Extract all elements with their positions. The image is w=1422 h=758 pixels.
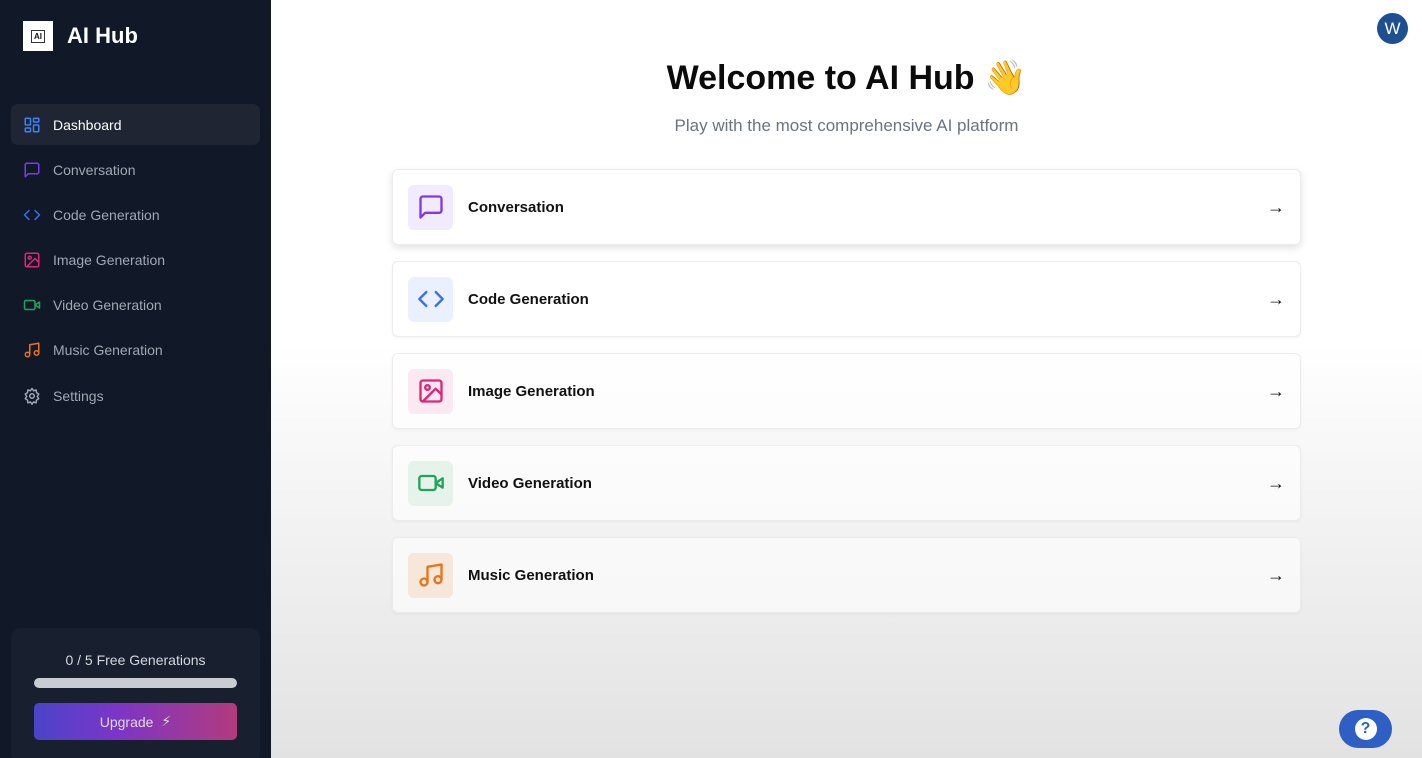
upgrade-button[interactable]: Upgrade ⚡︎ (34, 703, 237, 740)
arrow-right-icon: → (1267, 380, 1285, 401)
message-icon (408, 184, 453, 230)
sidebar-item-video-generation[interactable]: Video Generation (11, 285, 260, 326)
help-icon: ? (1354, 718, 1377, 740)
logo-icon: AI (23, 21, 53, 51)
music-icon (408, 552, 453, 598)
sidebar-item-image-generation[interactable]: Image Generation (11, 240, 260, 281)
logo[interactable]: AI AI Hub (23, 21, 138, 51)
dashboard-icon (24, 117, 40, 132)
code-icon (23, 209, 41, 221)
free-generations-panel: 0 / 5 Free Generations Upgrade ⚡︎ (11, 628, 260, 758)
sidebar-item-dashboard[interactable]: Dashboard (11, 104, 260, 145)
music-icon (24, 342, 40, 358)
tool-card-video-generation[interactable]: Video Generation → (392, 445, 1301, 521)
sidebar-item-conversation[interactable]: Conversation (11, 149, 260, 190)
image-icon (24, 252, 40, 268)
code-icon (408, 276, 453, 322)
arrow-right-icon: → (1267, 288, 1285, 309)
message-icon (24, 162, 40, 178)
free-generations-counter: 0 / 5 Free Generations (65, 652, 206, 668)
arrow-right-icon: → (1267, 196, 1285, 217)
gear-icon (24, 387, 40, 405)
main-content: W Welcome to AI Hub 👋 Play with the most… (271, 0, 1422, 758)
page-title: Welcome to AI Hub 👋 (666, 59, 1027, 97)
video-icon (23, 300, 41, 311)
page-subtitle: Play with the most comprehensive AI plat… (674, 116, 1019, 135)
sidebar-item-music-generation[interactable]: Music Generation (11, 330, 260, 371)
image-icon (408, 368, 453, 414)
video-icon (408, 460, 453, 506)
tool-list: Conversation → Code Generation → Image Gen… (392, 169, 1301, 629)
arrow-right-icon: → (1267, 472, 1285, 493)
app-title: AI Hub (67, 23, 138, 48)
user-avatar[interactable]: W (1377, 13, 1408, 44)
help-button[interactable]: ? (1339, 710, 1392, 748)
sidebar: AI AI Hub Dashboard Conversation Code Ge… (0, 0, 271, 758)
tool-card-image-generation[interactable]: Image Generation → (392, 353, 1301, 429)
tool-card-music-generation[interactable]: Music Generation → (392, 537, 1301, 613)
arrow-right-icon: → (1267, 564, 1285, 585)
free-generations-progress (34, 678, 237, 688)
sidebar-nav: Dashboard Conversation Code Generation I… (11, 104, 260, 420)
lightning-icon: ⚡︎ (161, 713, 172, 729)
tool-card-code-generation[interactable]: Code Generation → (392, 261, 1301, 337)
tool-card-conversation[interactable]: Conversation → (392, 169, 1301, 245)
sidebar-item-code-generation[interactable]: Code Generation (11, 194, 260, 235)
sidebar-item-settings[interactable]: Settings (11, 375, 260, 416)
